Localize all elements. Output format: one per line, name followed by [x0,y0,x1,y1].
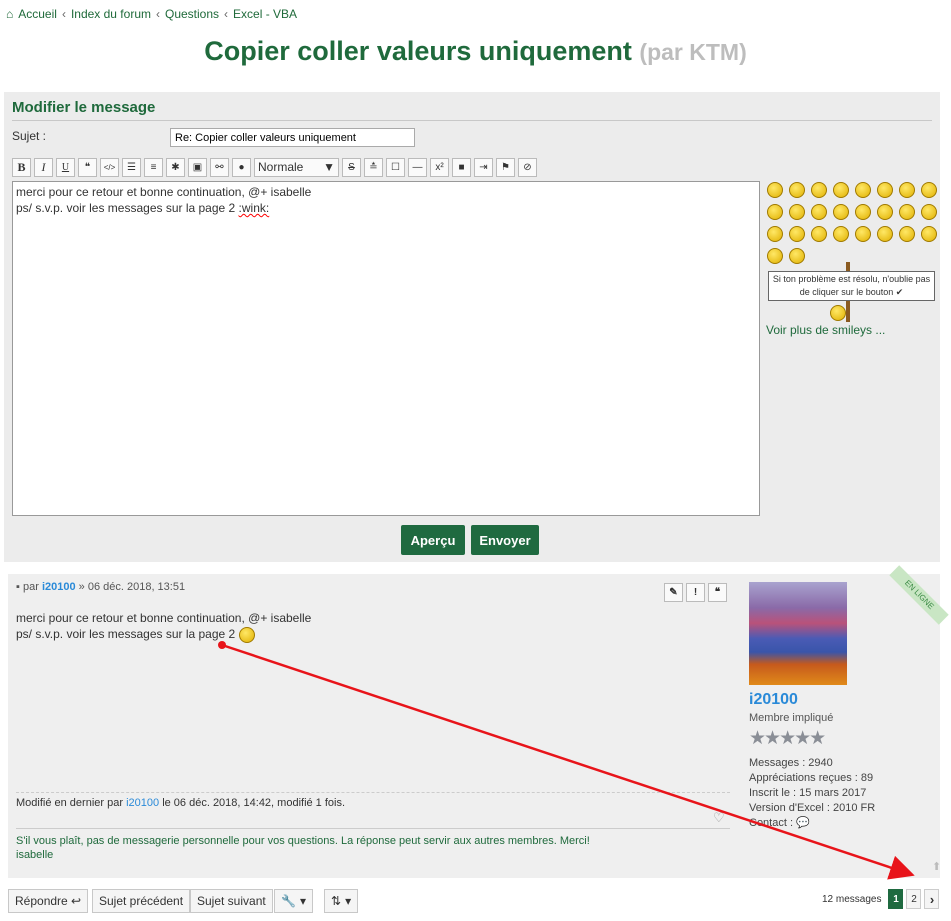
annotation-arrow [218,641,915,880]
